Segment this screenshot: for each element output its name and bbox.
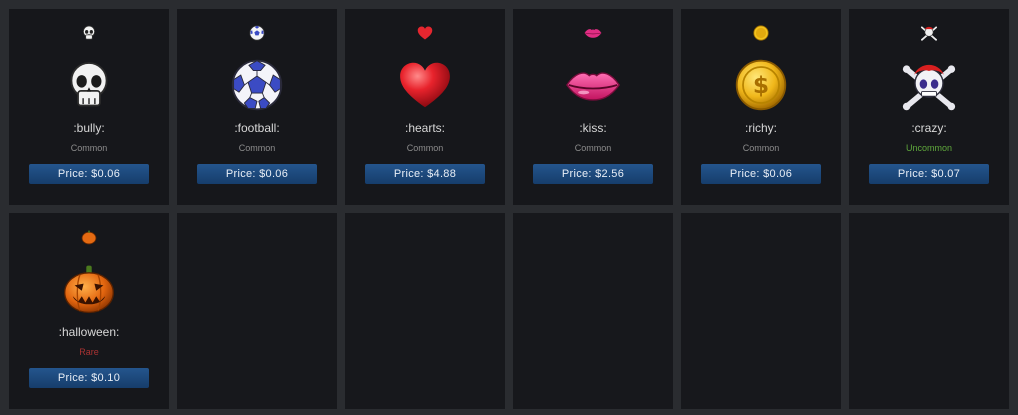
price-button[interactable]: Price: $0.06 bbox=[701, 164, 821, 184]
item-rarity: Common bbox=[70, 143, 108, 153]
pumpkin-icon bbox=[79, 227, 99, 247]
skull-icon bbox=[59, 55, 119, 115]
price-button[interactable]: Price: $4.88 bbox=[365, 164, 485, 184]
pumpkin-icon bbox=[59, 259, 119, 319]
item-card[interactable]: :halloween: Rare Price: $0.10 bbox=[9, 213, 169, 409]
price-button[interactable]: Price: $2.56 bbox=[533, 164, 653, 184]
item-name: :hearts: bbox=[404, 121, 446, 135]
empty-slot bbox=[513, 213, 673, 409]
crazy-skull-icon bbox=[899, 55, 959, 115]
soccer-ball-icon bbox=[227, 55, 287, 115]
skull-icon bbox=[79, 23, 99, 43]
item-rarity: Common bbox=[742, 143, 780, 153]
item-card[interactable]: $ :richy: Common Price: $0.06 bbox=[681, 9, 841, 205]
price-button[interactable]: Price: $0.07 bbox=[869, 164, 989, 184]
item-name: :crazy: bbox=[911, 121, 947, 135]
item-card[interactable]: :bully: Common Price: $0.06 bbox=[9, 9, 169, 205]
item-card[interactable]: :crazy: Uncommon Price: $0.07 bbox=[849, 9, 1009, 205]
gold-coin-icon: $ bbox=[731, 55, 791, 115]
item-card[interactable]: :hearts: Common Price: $4.88 bbox=[345, 9, 505, 205]
item-rarity: Rare bbox=[79, 347, 99, 357]
item-rarity: Common bbox=[406, 143, 444, 153]
gold-coin-icon bbox=[751, 23, 771, 43]
soccer-ball-icon bbox=[247, 23, 267, 43]
empty-slot bbox=[177, 213, 337, 409]
item-name: :richy: bbox=[744, 121, 777, 135]
price-button[interactable]: Price: $0.10 bbox=[29, 368, 149, 388]
price-button[interactable]: Price: $0.06 bbox=[197, 164, 317, 184]
item-name: :bully: bbox=[73, 121, 105, 135]
item-name: :football: bbox=[234, 121, 280, 135]
empty-slot bbox=[681, 213, 841, 409]
inventory-grid: :bully: Common Price: $0.06:football: C… bbox=[0, 0, 1018, 415]
empty-slot bbox=[345, 213, 505, 409]
heart-icon bbox=[415, 23, 435, 43]
lips-icon bbox=[563, 55, 623, 115]
item-name: :halloween: bbox=[58, 325, 120, 339]
svg-text:$: $ bbox=[753, 71, 769, 99]
empty-slot bbox=[849, 213, 1009, 409]
lips-icon bbox=[583, 23, 603, 43]
item-rarity: Uncommon bbox=[905, 143, 952, 153]
crazy-skull-icon bbox=[919, 23, 939, 43]
item-card[interactable]: :kiss: Common Price: $2.56 bbox=[513, 9, 673, 205]
item-rarity: Common bbox=[238, 143, 276, 153]
item-name: :kiss: bbox=[579, 121, 607, 135]
heart-icon bbox=[395, 55, 455, 115]
price-button[interactable]: Price: $0.06 bbox=[29, 164, 149, 184]
item-card[interactable]: :football: Common Price: $0.06 bbox=[177, 9, 337, 205]
item-rarity: Common bbox=[574, 143, 612, 153]
